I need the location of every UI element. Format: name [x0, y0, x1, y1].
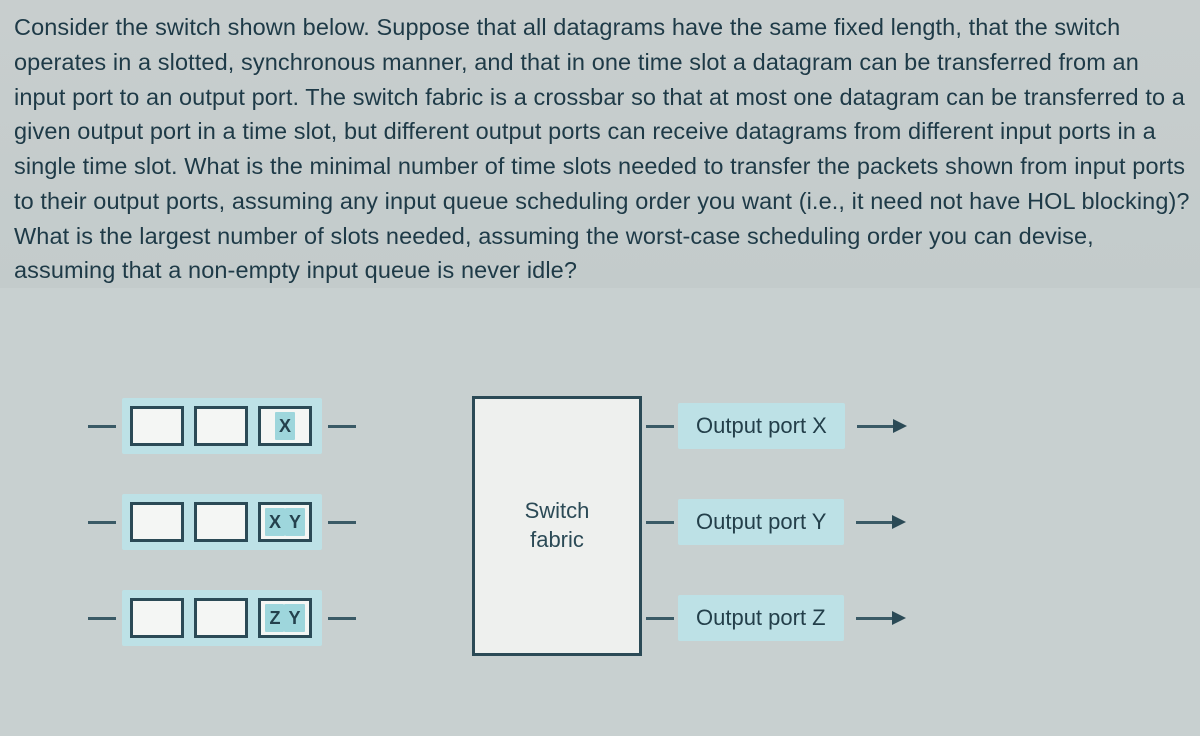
queue-slot	[194, 598, 248, 638]
queue-slot	[130, 598, 184, 638]
connector	[646, 521, 674, 524]
output-row-x: Output port X	[646, 398, 907, 454]
queue-slot	[130, 406, 184, 446]
packet-x: X	[265, 508, 285, 536]
switch-fabric: Switch fabric	[472, 396, 642, 656]
output-label-z: Output port Z	[678, 595, 844, 641]
packet-y: Y	[285, 508, 305, 536]
queue-slot: X	[258, 406, 312, 446]
connector	[328, 425, 356, 428]
input-tick	[88, 617, 116, 620]
arrow-icon	[856, 611, 906, 625]
question-text: Consider the switch shown below. Suppose…	[14, 10, 1192, 288]
connector	[328, 521, 356, 524]
input-queue-2: X Y	[122, 494, 322, 550]
output-label-y: Output port Y	[678, 499, 844, 545]
queue-slot: X Y	[258, 502, 312, 542]
arrow-icon	[856, 515, 906, 529]
input-ports: X X Y Z Y	[88, 398, 356, 646]
input-row-2: X Y	[88, 494, 356, 550]
fabric-label-line1: Switch	[525, 497, 590, 526]
output-ports: Output port X Output port Y Output port …	[646, 398, 907, 646]
connector	[646, 425, 674, 428]
output-row-z: Output port Z	[646, 590, 907, 646]
input-tick	[88, 521, 116, 524]
packet-z: Z	[265, 604, 284, 632]
queue-slot	[130, 502, 184, 542]
input-row-3: Z Y	[88, 590, 356, 646]
output-label-x: Output port X	[678, 403, 845, 449]
queue-slot	[194, 406, 248, 446]
packet-y: Y	[284, 604, 304, 632]
input-row-1: X	[88, 398, 356, 454]
queue-slot: Z Y	[258, 598, 312, 638]
input-queue-1: X	[122, 398, 322, 454]
output-row-y: Output port Y	[646, 494, 907, 550]
input-queue-3: Z Y	[122, 590, 322, 646]
connector	[328, 617, 356, 620]
arrow-icon	[857, 419, 907, 433]
fabric-label-line2: fabric	[530, 526, 584, 555]
queue-slot	[194, 502, 248, 542]
input-tick	[88, 425, 116, 428]
packet-x: X	[275, 412, 295, 440]
connector	[646, 617, 674, 620]
